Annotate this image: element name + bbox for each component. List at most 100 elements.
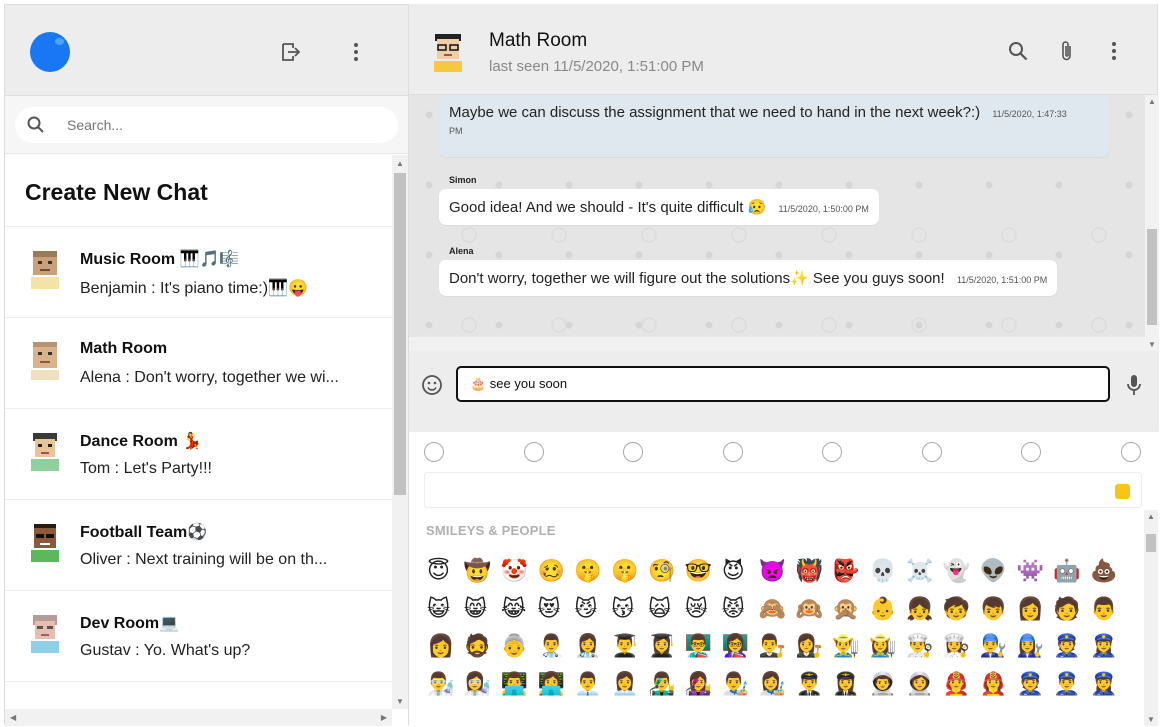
chat-item-dev-room[interactable]: Dev Room💻 Gustav : Yo. What's up? bbox=[5, 591, 392, 682]
emoji-button[interactable]: 👨‍🏫 bbox=[685, 632, 722, 670]
menu-dots-icon[interactable] bbox=[345, 41, 367, 63]
emoji-button[interactable]: 👩‍🎤 bbox=[685, 670, 722, 708]
emoji-button[interactable]: 👨‍💼 bbox=[574, 670, 611, 708]
emoji-button[interactable]: 👮‍♀️ bbox=[1090, 670, 1127, 708]
category-nature-icon[interactable] bbox=[623, 442, 643, 462]
scroll-down-icon[interactable]: ▼ bbox=[1147, 715, 1155, 724]
emoji-button[interactable]: 🧐 bbox=[648, 557, 685, 595]
emoji-button[interactable]: 👨‍💻 bbox=[501, 670, 538, 708]
emoji-button[interactable]: 😿 bbox=[685, 595, 722, 633]
emoji-button[interactable]: 👩‍🌾 bbox=[869, 632, 906, 670]
message-scrollbar[interactable]: ▲ ▼ bbox=[1145, 95, 1159, 351]
emoji-button[interactable]: 👨‍🔬 bbox=[427, 670, 464, 708]
emoji-button[interactable]: 😺 bbox=[427, 595, 464, 633]
emoji-button[interactable]: 👮 bbox=[1017, 670, 1054, 708]
emoji-button[interactable]: 👮‍♂️ bbox=[1053, 670, 1090, 708]
chat-item-football-team[interactable]: Football Team⚽ Oliver : Next training wi… bbox=[5, 500, 392, 591]
category-flags-icon[interactable] bbox=[1121, 442, 1141, 462]
emoji-button[interactable]: ☠️ bbox=[906, 557, 943, 595]
emoji-button[interactable]: 👿 bbox=[759, 557, 796, 595]
emoji-search-input[interactable] bbox=[424, 472, 1142, 508]
emoji-button[interactable]: 😾 bbox=[722, 595, 759, 633]
emoji-button[interactable]: 👾 bbox=[1017, 557, 1054, 595]
emoji-button[interactable]: 🧒 bbox=[943, 595, 980, 633]
emoji-button[interactable]: 🙈 bbox=[759, 595, 796, 633]
emoji-button[interactable]: 👩‍🚀 bbox=[906, 670, 943, 708]
emoji-button[interactable]: 👨‍🍳 bbox=[906, 632, 943, 670]
emoji-button[interactable]: 👨‍🚀 bbox=[869, 670, 906, 708]
emoji-button[interactable]: 🤡 bbox=[501, 557, 538, 595]
emoji-button[interactable]: 🤠 bbox=[464, 557, 501, 595]
emoji-button[interactable]: 😸 bbox=[464, 595, 501, 633]
category-symbols-icon[interactable] bbox=[1021, 442, 1041, 462]
emoji-button[interactable]: 👩‍💻 bbox=[538, 670, 575, 708]
emoji-toggle-icon[interactable] bbox=[421, 374, 443, 396]
emoji-button[interactable]: 💀 bbox=[869, 557, 906, 595]
chat-item-dance-room[interactable]: Dance Room 💃 Tom : Let's Party!!! bbox=[5, 409, 392, 500]
microphone-icon[interactable] bbox=[1123, 373, 1145, 397]
emoji-button[interactable]: 👽 bbox=[980, 557, 1017, 595]
emoji-button[interactable]: 👵 bbox=[501, 632, 538, 670]
user-avatar[interactable] bbox=[30, 32, 70, 72]
emoji-button[interactable]: 😻 bbox=[538, 595, 575, 633]
emoji-button[interactable]: 👮‍♀️ bbox=[1090, 632, 1127, 670]
scroll-up-icon[interactable]: ▲ bbox=[396, 159, 404, 168]
emoji-button[interactable]: 💩 bbox=[1090, 557, 1127, 595]
search-input[interactable] bbox=[67, 117, 367, 133]
emoji-button[interactable]: 👩‍🔬 bbox=[464, 670, 501, 708]
emoji-button[interactable]: 😽 bbox=[611, 595, 648, 633]
emoji-button[interactable]: 👹 bbox=[795, 557, 832, 595]
attach-icon[interactable] bbox=[1056, 40, 1078, 62]
logout-icon[interactable] bbox=[280, 41, 302, 63]
emoji-button[interactable]: 🧔 bbox=[464, 632, 501, 670]
emoji-button[interactable]: 👩‍🚒 bbox=[980, 670, 1017, 708]
room-avatar[interactable] bbox=[429, 32, 467, 72]
emoji-button[interactable]: 👩‍🎓 bbox=[648, 632, 685, 670]
emoji-scrollbar[interactable]: ▲ ▼ bbox=[1144, 510, 1158, 726]
category-activity-icon[interactable] bbox=[822, 442, 842, 462]
emoji-button[interactable]: 👨‍🌾 bbox=[832, 632, 869, 670]
scroll-up-icon[interactable]: ▲ bbox=[1148, 97, 1156, 106]
emoji-button[interactable]: 👨‍⚕️ bbox=[538, 632, 575, 670]
emoji-button[interactable]: 👦 bbox=[980, 595, 1017, 633]
emoji-button[interactable]: 👩‍🎨 bbox=[759, 670, 796, 708]
emoji-button[interactable]: 🧑 bbox=[1053, 595, 1090, 633]
emoji-button[interactable]: 🤓 bbox=[685, 557, 722, 595]
category-objects-icon[interactable] bbox=[723, 442, 743, 462]
search-icon[interactable] bbox=[1007, 40, 1029, 62]
chat-item-music-room[interactable]: Music Room 🎹🎵🎼 Benjamin : It's piano tim… bbox=[5, 227, 392, 318]
emoji-button[interactable]: 🥴 bbox=[538, 557, 575, 595]
scrollbar-thumb[interactable] bbox=[1146, 534, 1156, 552]
scrollbar-thumb[interactable] bbox=[394, 173, 406, 495]
message-hscrollbar[interactable] bbox=[409, 337, 1145, 351]
scroll-down-icon[interactable]: ▼ bbox=[1148, 340, 1156, 349]
emoji-button[interactable]: 😈 bbox=[722, 557, 759, 595]
emoji-button[interactable]: 👩‍🍳 bbox=[943, 632, 980, 670]
category-clock-icon[interactable] bbox=[922, 442, 942, 462]
emoji-button[interactable]: 👩‍🔧 bbox=[1017, 632, 1054, 670]
emoji-button[interactable]: 🙉 bbox=[795, 595, 832, 633]
scroll-up-icon[interactable]: ▲ bbox=[1147, 512, 1155, 521]
emoji-button[interactable]: 👮 bbox=[1053, 632, 1090, 670]
chat-list-hscrollbar[interactable]: ◀ ▶ bbox=[5, 709, 392, 726]
menu-dots-icon[interactable] bbox=[1103, 40, 1125, 62]
skin-tone-icon[interactable] bbox=[1115, 484, 1130, 499]
emoji-button[interactable]: 👩‍🏫 bbox=[722, 632, 759, 670]
emoji-button[interactable]: 🙀 bbox=[648, 595, 685, 633]
scroll-down-icon[interactable]: ▼ bbox=[396, 697, 404, 706]
chat-item-math-room[interactable]: Math Room Alena : Don't worry, together … bbox=[5, 318, 392, 409]
scroll-right-icon[interactable]: ▶ bbox=[381, 713, 387, 722]
emoji-button[interactable]: 👨‍🚒 bbox=[943, 670, 980, 708]
emoji-button[interactable]: 👩‍✈️ bbox=[832, 670, 869, 708]
emoji-button[interactable]: 👩 bbox=[1017, 595, 1054, 633]
emoji-button[interactable]: 👩‍⚕️ bbox=[574, 632, 611, 670]
emoji-button[interactable]: 👨‍🔧 bbox=[980, 632, 1017, 670]
emoji-button[interactable]: 👻 bbox=[943, 557, 980, 595]
emoji-button[interactable]: 🙊 bbox=[832, 595, 869, 633]
scrollbar-thumb[interactable] bbox=[1147, 229, 1157, 325]
category-food-icon[interactable] bbox=[524, 442, 544, 462]
scroll-left-icon[interactable]: ◀ bbox=[10, 713, 16, 722]
emoji-button[interactable]: 🤖 bbox=[1053, 557, 1090, 595]
message-input[interactable]: 🎂 see you soon bbox=[456, 366, 1110, 402]
emoji-button[interactable]: 👩‍💼 bbox=[611, 670, 648, 708]
